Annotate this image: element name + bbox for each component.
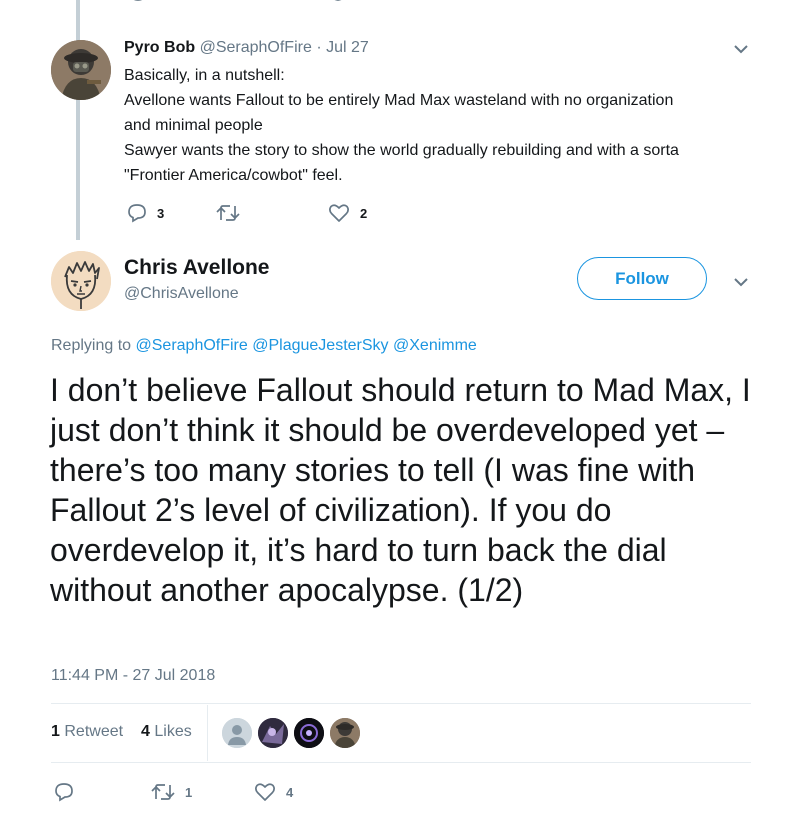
tweet-text-line: Sawyer wants the story to show the world… <box>124 142 679 159</box>
reply-icon <box>128 204 146 223</box>
replying-to-label: Replying to <box>51 337 132 354</box>
user-handle[interactable]: @SeraphOfFire <box>200 39 312 56</box>
stats-separator <box>207 705 208 761</box>
avatar[interactable] <box>51 251 111 311</box>
reply-button[interactable]: 3 <box>127 203 164 223</box>
display-name[interactable]: Chris Avellone <box>124 256 269 280</box>
heart-icon[interactable] <box>327 0 349 8</box>
tweet-text: I don’t believe Fallout should return to… <box>50 372 751 608</box>
like-count: 4 <box>286 784 294 800</box>
reply-button[interactable] <box>54 782 74 802</box>
like-button[interactable]: 2 <box>328 203 367 223</box>
tweet-text-line: Basically, in a nutshell: <box>124 67 285 84</box>
liker-avatar[interactable] <box>294 718 324 748</box>
divider <box>51 762 751 763</box>
tweet-text: Basically, in a nutshell: Avellone wants… <box>124 63 764 188</box>
reply-icon <box>55 783 73 802</box>
avatar[interactable] <box>51 40 111 100</box>
thread-connector-line <box>76 0 80 240</box>
heart-icon <box>329 204 349 222</box>
liker-avatar[interactable] <box>258 718 288 748</box>
retweet-stat[interactable]: 1 Retweet <box>51 723 123 741</box>
chevron-down-icon[interactable] <box>733 43 749 55</box>
like-count: 2 <box>360 205 368 221</box>
tweet-text-line: Avellone wants Fallout to be entirely Ma… <box>124 92 674 109</box>
header-separator: · <box>316 39 322 56</box>
like-stat[interactable]: 4 Likes <box>141 723 192 741</box>
like-button[interactable]: 4 <box>254 782 293 802</box>
tweet-text-line: and minimal people <box>124 117 263 134</box>
display-name[interactable]: Pyro Bob <box>124 39 195 56</box>
liker-avatar[interactable] <box>222 718 252 748</box>
retweet-stat-label: Retweet <box>64 723 124 740</box>
like-stat-label: Likes <box>154 723 192 740</box>
retweet-count: 1 <box>185 784 193 800</box>
tweet-text-line: "Frontier America/cowbot" feel. <box>124 167 343 184</box>
replying-to: Replying to @SeraphOfFire @PlagueJesterS… <box>51 337 477 355</box>
tweet-date[interactable]: Jul 27 <box>326 39 369 56</box>
heart-icon <box>255 783 275 801</box>
tweet-header: Pyro Bob @SeraphOfFire · Jul 27 <box>124 39 369 57</box>
retweet-icon <box>216 205 240 221</box>
mention-link[interactable]: @Xenimme <box>393 337 477 354</box>
retweet-icon <box>151 784 175 800</box>
reply-icon[interactable] <box>128 0 148 8</box>
mention-link[interactable]: @PlagueJesterSky <box>252 337 388 354</box>
like-stat-count: 4 <box>141 723 150 740</box>
mention-link[interactable]: @SeraphOfFire <box>136 337 248 354</box>
user-handle[interactable]: @ChrisAvellone <box>124 285 239 303</box>
liker-avatar[interactable] <box>330 718 360 748</box>
follow-button[interactable]: Follow <box>577 257 707 300</box>
tweet-timestamp[interactable]: 11:44 PM - 27 Jul 2018 <box>51 667 215 685</box>
divider <box>51 703 751 704</box>
reply-count: 3 <box>157 205 165 221</box>
previous-tweet-actions: 2 2 <box>128 0 378 8</box>
retweet-icon[interactable] <box>228 0 252 8</box>
retweet-button[interactable] <box>216 204 240 222</box>
retweet-button[interactable]: 1 <box>151 783 192 801</box>
chevron-down-icon[interactable] <box>733 276 749 288</box>
retweet-stat-count: 1 <box>51 723 60 740</box>
